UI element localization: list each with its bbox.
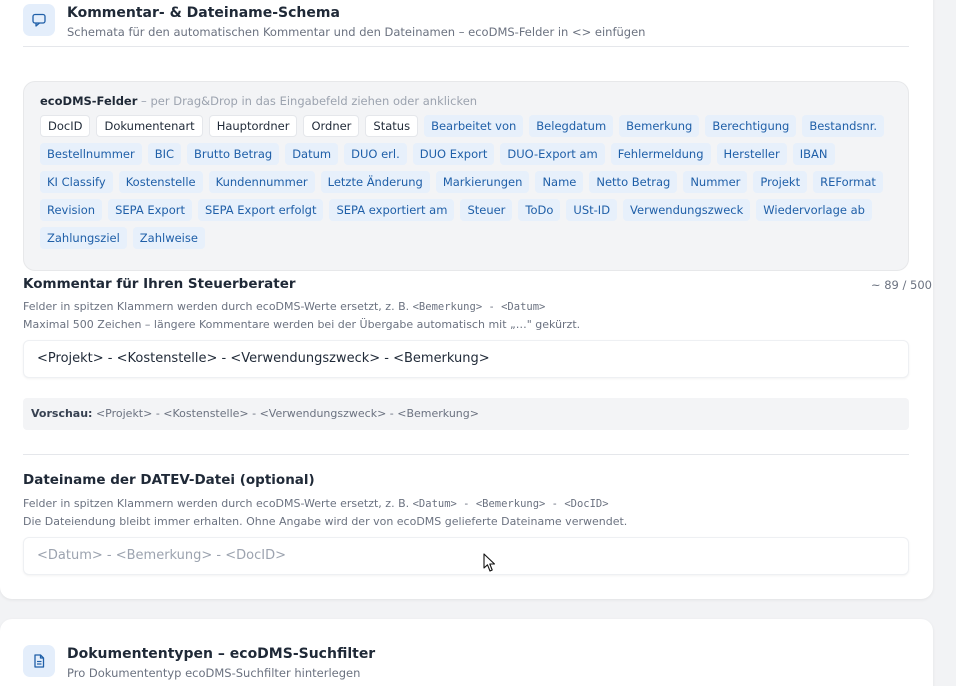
field-chip[interactable]: Zahlweise [132, 227, 205, 249]
field-chip[interactable]: Wiedervorlage ab [756, 199, 872, 221]
field-chip[interactable]: Bemerkung [619, 115, 700, 137]
fields-panel-title: ecoDMS-Felder [40, 94, 138, 108]
field-chip[interactable]: USt-ID [566, 199, 618, 221]
field-chip[interactable]: Markierungen [435, 171, 530, 193]
comment-help-text: Felder in spitzen Klammern werden durch … [23, 300, 413, 313]
field-chip[interactable]: IBAN [792, 143, 835, 165]
schema-section-subtitle: Schemata für den automatischen Kommentar… [67, 25, 646, 39]
field-chip[interactable]: Berechtigung [705, 115, 797, 137]
field-chip[interactable]: Belegdatum [529, 115, 614, 137]
field-chip[interactable]: SEPA exportiert am [329, 199, 455, 221]
comment-help-example: <Bemerkung> - <Datum> [412, 301, 546, 313]
field-chip[interactable]: BIC [147, 143, 182, 165]
section-divider [23, 454, 909, 455]
filename-help-text: Felder in spitzen Klammern werden durch … [23, 497, 413, 510]
field-chip[interactable]: Fehlermeldung [610, 143, 711, 165]
comment-help-line-2: Maximal 500 Zeichen – längere Kommentare… [23, 318, 581, 331]
header-divider [23, 46, 909, 47]
chat-bubble-icon [23, 4, 55, 36]
field-chip[interactable]: Projekt [753, 171, 808, 193]
field-chip[interactable]: Nummer [683, 171, 748, 193]
doctypes-section-header: Dokumententypen – ecoDMS-Suchfilter Pro … [23, 645, 375, 681]
filename-help-line-1: Felder in spitzen Klammern werden durch … [23, 495, 609, 513]
ecodms-fields-panel: ecoDMS-Felder – per Drag&Drop in das Ein… [23, 81, 909, 271]
comment-char-counter: ~ 89 / 500 [870, 278, 932, 292]
field-chip-list: DocID Dokumentenart Hauptordner Ordner Statu… [40, 115, 892, 249]
field-chip[interactable]: Brutto Betrag [187, 143, 280, 165]
field-chip[interactable]: Name [535, 171, 584, 193]
field-chip[interactable]: Kostenstelle [118, 171, 203, 193]
comment-title: Kommentar für Ihren Steuerberater [23, 276, 296, 292]
field-chip[interactable]: Netto Betrag [589, 171, 678, 193]
field-chip[interactable]: Hersteller [716, 143, 787, 165]
field-chip[interactable]: Hauptordner [208, 115, 298, 137]
field-chip[interactable]: KI Classify [40, 171, 113, 193]
field-chip[interactable]: Status [365, 115, 419, 137]
field-chip[interactable]: DUO-Export am [500, 143, 605, 165]
field-chip[interactable]: Datum [285, 143, 339, 165]
field-chip[interactable]: REFormat [813, 171, 883, 193]
fields-panel-heading: ecoDMS-Felder – per Drag&Drop in das Ein… [40, 93, 892, 110]
field-chip[interactable]: Bearbeitet von [424, 115, 524, 137]
filename-help-line-2: Die Dateiendung bleibt immer erhalten. O… [23, 515, 628, 528]
doctypes-section-subtitle: Pro Dokumententyp ecoDMS-Suchfilter hint… [67, 666, 361, 680]
field-chip[interactable]: Ordner [303, 115, 360, 137]
field-chip[interactable]: Steuer [460, 199, 513, 221]
fields-panel-hint: – per Drag&Drop in das Eingabefeld ziehe… [137, 94, 478, 108]
comment-preview: Vorschau: <Projekt> - <Kostenstelle> - <… [23, 398, 909, 430]
doctypes-section-title: Dokumententypen – ecoDMS-Suchfilter [67, 646, 376, 662]
filename-title: Dateiname der DATEV-Datei (optional) [23, 472, 315, 488]
field-chip[interactable]: Kundennummer [208, 171, 315, 193]
field-chip[interactable]: SEPA Export erfolgt [198, 199, 324, 221]
field-chip[interactable]: DUO Export [412, 143, 495, 165]
field-chip[interactable]: ToDo [518, 199, 561, 221]
document-icon [23, 645, 55, 677]
filename-schema-input[interactable]: <Datum> - <Bemerkung> - <DocID> [23, 537, 909, 575]
field-chip[interactable]: DocID [40, 115, 91, 137]
field-chip[interactable]: Revision [40, 199, 103, 221]
schema-section-title: Kommentar- & Dateiname-Schema [67, 5, 340, 21]
field-chip[interactable]: SEPA Export [108, 199, 192, 221]
field-chip[interactable]: Verwendungszweck [623, 199, 751, 221]
preview-value: <Projekt> - <Kostenstelle> - <Verwendung… [92, 407, 479, 420]
field-chip[interactable]: Bestandsnr. [802, 115, 885, 137]
field-chip[interactable]: Bestellnummer [40, 143, 142, 165]
comment-schema-input[interactable]: <Projekt> - <Kostenstelle> - <Verwendung… [23, 340, 909, 378]
comment-help-line-1: Felder in spitzen Klammern werden durch … [23, 298, 545, 316]
field-chip[interactable]: Letzte Änderung [320, 171, 430, 193]
filename-help-example: <Datum> - <Bemerkung> - <DocID> [412, 498, 609, 510]
mouse-cursor-icon [483, 553, 496, 572]
field-chip[interactable]: DUO erl. [344, 143, 407, 165]
field-chip[interactable]: Dokumentenart [96, 115, 203, 137]
field-chip[interactable]: Zahlungsziel [40, 227, 127, 249]
schema-section-header: Kommentar- & Dateiname-Schema Schemata f… [23, 4, 645, 40]
preview-label: Vorschau: [31, 407, 93, 420]
